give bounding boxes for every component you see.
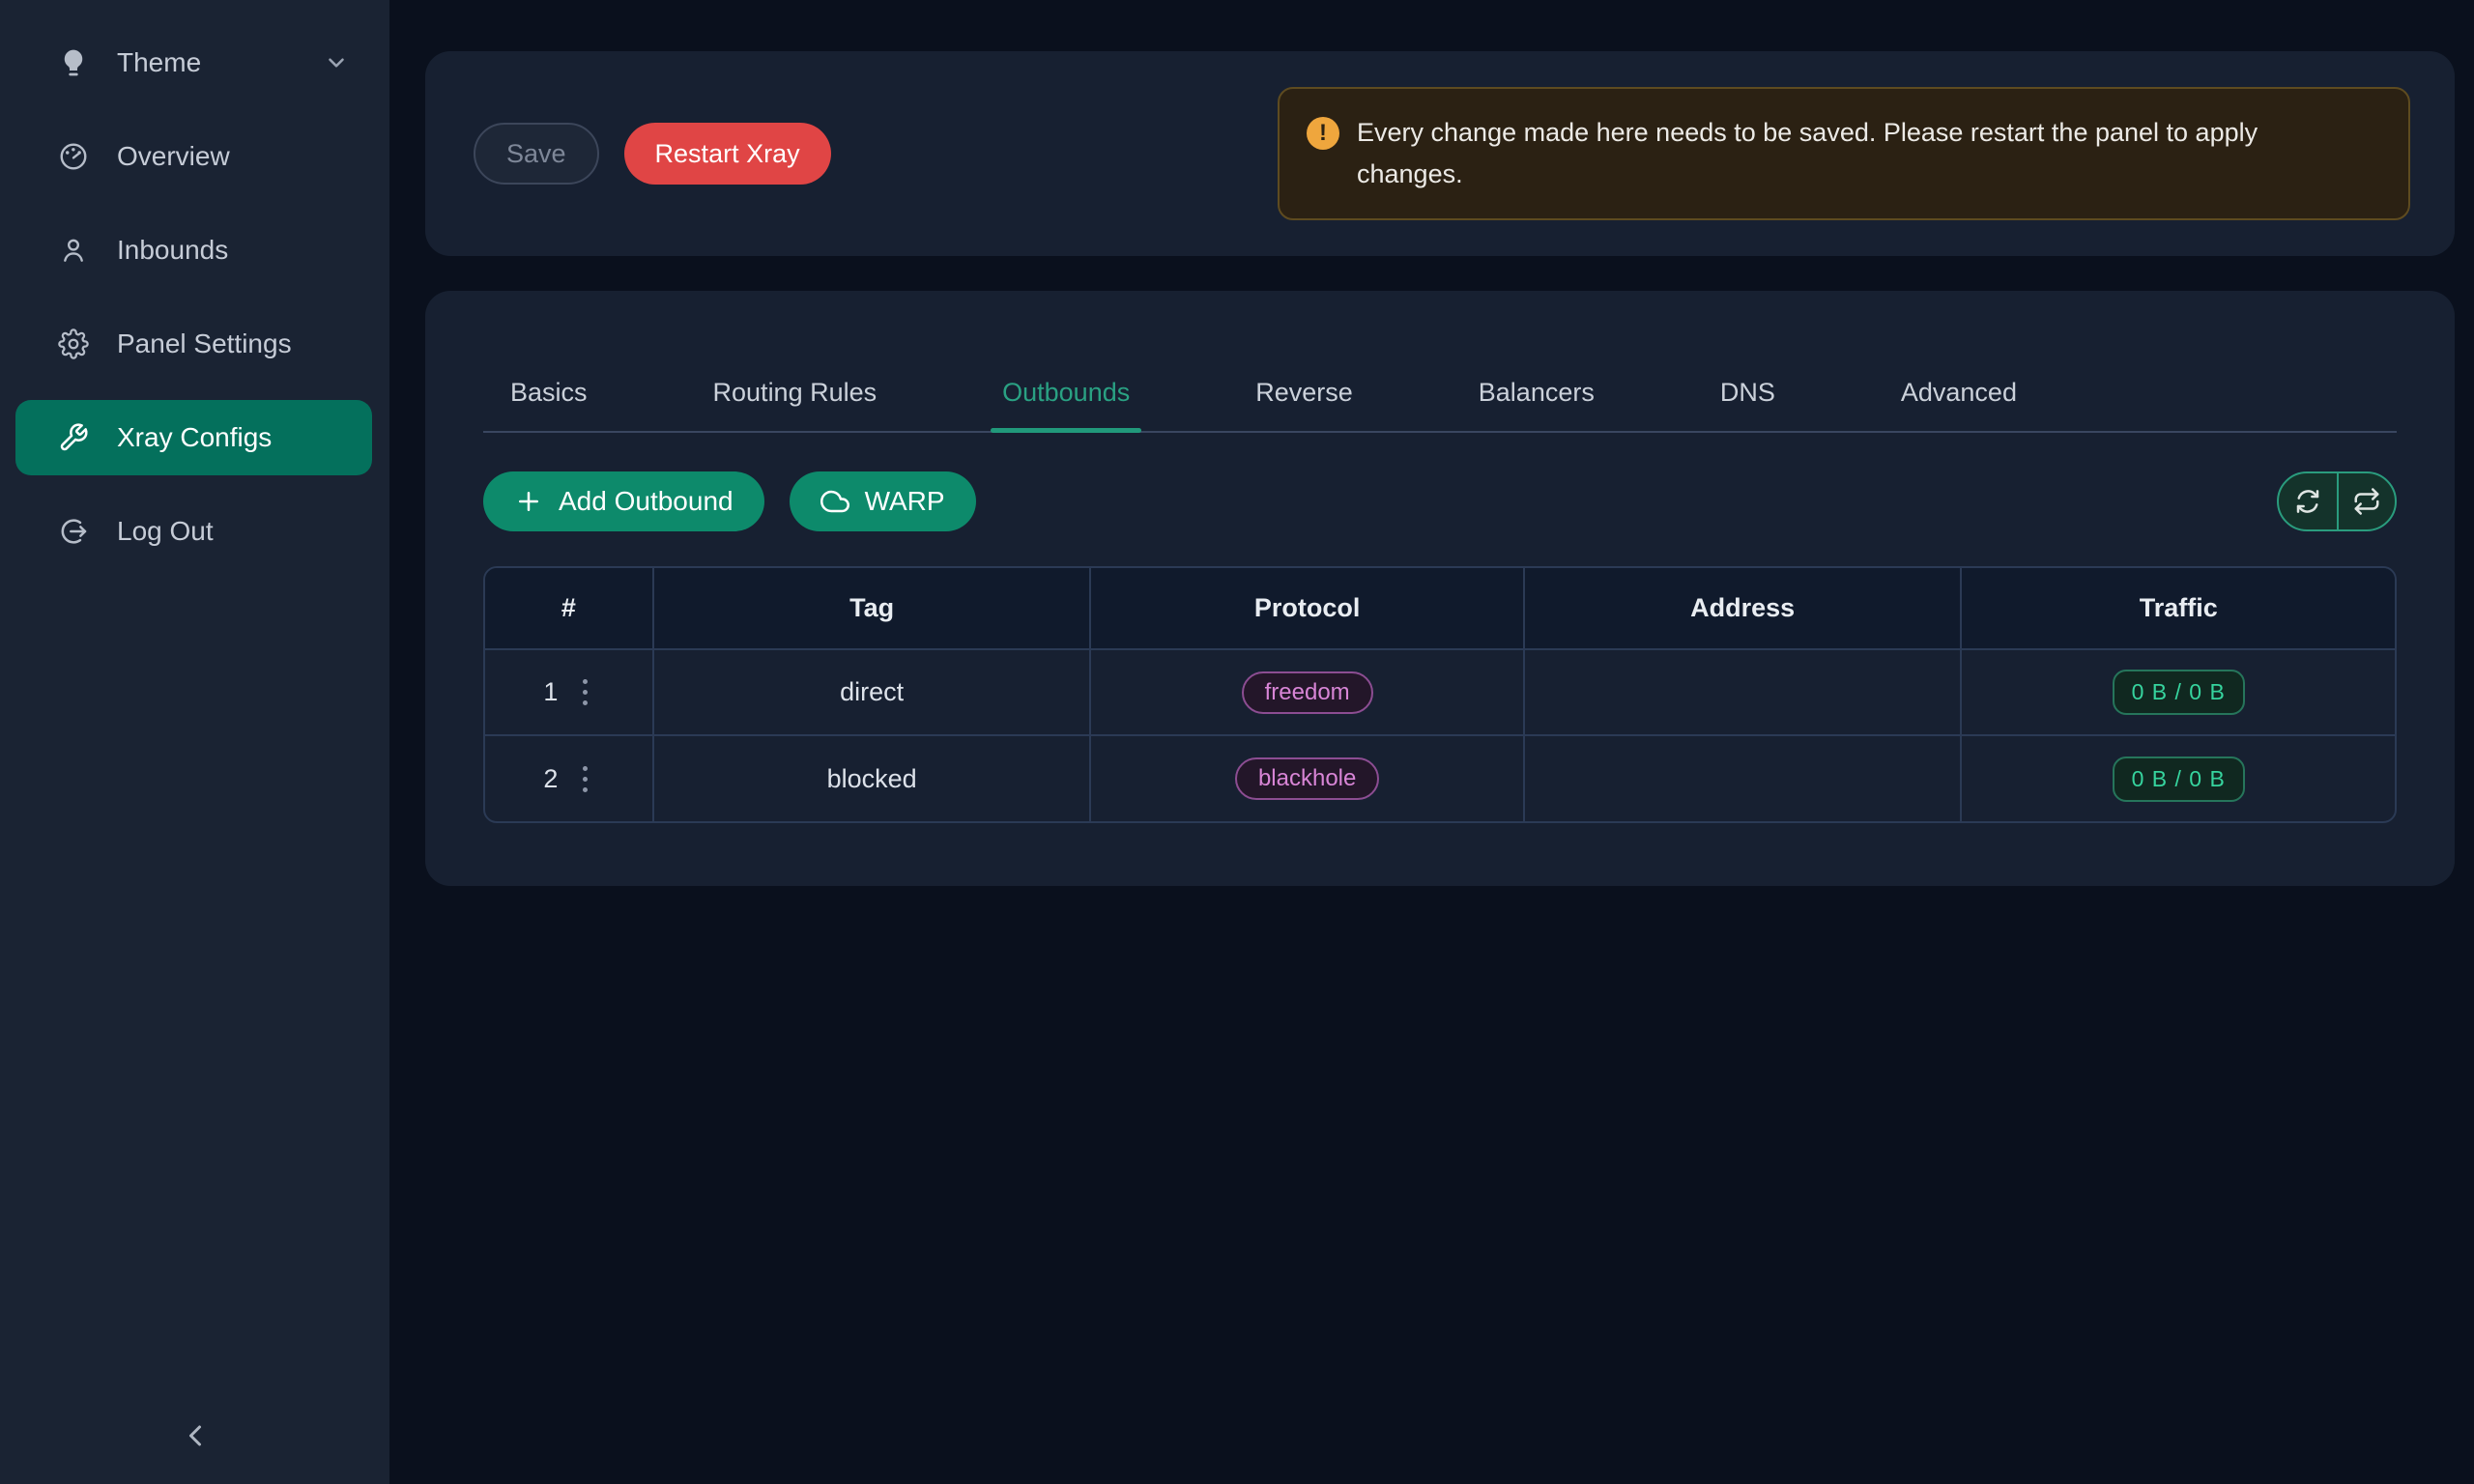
table-row: 1 direct freedom 0 B / 0 B: [485, 649, 2395, 735]
sidebar-item-xray-configs[interactable]: Xray Configs: [15, 400, 372, 475]
user-icon: [58, 235, 89, 266]
sidebar-item-label: Log Out: [117, 516, 214, 547]
warp-button[interactable]: WARP: [790, 471, 976, 531]
sidebar-nav: Theme Overview Inbounds Panel Settings: [0, 0, 389, 569]
row-index: 2: [543, 764, 558, 794]
tag-cell: blocked: [653, 735, 1091, 821]
logout-icon: [58, 516, 89, 547]
tabs-bar: Basics Routing Rules Outbounds Reverse B…: [483, 378, 2397, 433]
row-menu-icon[interactable]: [577, 673, 593, 711]
sidebar-item-inbounds[interactable]: Inbounds: [15, 213, 372, 288]
tag-cell: direct: [653, 649, 1091, 735]
plus-icon: [514, 487, 543, 516]
protocol-badge: blackhole: [1235, 757, 1379, 800]
chevron-left-icon: [178, 1418, 213, 1453]
column-header-index: #: [485, 568, 653, 649]
wrench-icon: [58, 422, 89, 453]
bulb-icon: [58, 47, 89, 78]
save-button[interactable]: Save: [474, 123, 599, 185]
row-index: 1: [543, 677, 558, 707]
sidebar-item-label: Inbounds: [117, 235, 228, 266]
warning-alert: ! Every change made here needs to be sav…: [1278, 87, 2410, 220]
sidebar-item-label: Panel Settings: [117, 328, 292, 359]
sidebar-item-panel-settings[interactable]: Panel Settings: [15, 306, 372, 382]
sidebar-item-label: Theme: [117, 47, 201, 78]
traffic-badge: 0 B / 0 B: [2113, 670, 2245, 715]
sidebar-item-overview[interactable]: Overview: [15, 119, 372, 194]
sidebar-item-label: Overview: [117, 141, 230, 172]
xray-configs-card: Basics Routing Rules Outbounds Reverse B…: [425, 291, 2455, 886]
tab-outbounds[interactable]: Outbounds: [991, 378, 1141, 431]
tab-routing-rules[interactable]: Routing Rules: [702, 378, 889, 431]
tab-reverse[interactable]: Reverse: [1244, 378, 1365, 431]
table-header-row: # Tag Protocol Address Traffic: [485, 568, 2395, 649]
row-menu-icon[interactable]: [577, 760, 593, 798]
column-header-traffic: Traffic: [1961, 568, 2395, 649]
address-cell: [1524, 735, 1962, 821]
cloud-icon: [820, 487, 849, 516]
table-row: 2 blocked blackhole 0 B / 0 B: [485, 735, 2395, 821]
tab-dns[interactable]: DNS: [1709, 378, 1787, 431]
sidebar-item-label: Xray Configs: [117, 422, 272, 453]
tab-basics[interactable]: Basics: [499, 378, 599, 431]
column-header-address: Address: [1524, 568, 1962, 649]
warning-alert-text: Every change made here needs to be saved…: [1357, 112, 2362, 195]
repeat-icon[interactable]: [2337, 473, 2395, 529]
warning-icon: !: [1307, 117, 1339, 150]
add-outbound-label: Add Outbound: [559, 486, 734, 517]
toolbar-card: Save Restart Xray ! Every change made he…: [425, 51, 2455, 256]
sidebar: Theme Overview Inbounds Panel Settings: [0, 0, 389, 1484]
column-header-tag: Tag: [653, 568, 1091, 649]
tab-advanced[interactable]: Advanced: [1889, 378, 2028, 431]
add-outbound-button[interactable]: Add Outbound: [483, 471, 764, 531]
sidebar-item-theme[interactable]: Theme: [15, 25, 372, 100]
sync-icon[interactable]: [2279, 473, 2337, 529]
protocol-badge: freedom: [1242, 671, 1373, 714]
chevron-down-icon: [324, 50, 349, 75]
sidebar-collapse-button[interactable]: [164, 1405, 226, 1467]
tab-balancers[interactable]: Balancers: [1467, 378, 1606, 431]
gear-icon: [58, 328, 89, 359]
actions-row: Add Outbound WARP: [483, 471, 2397, 531]
traffic-badge: 0 B / 0 B: [2113, 756, 2245, 802]
warp-label: WARP: [865, 486, 945, 517]
restart-xray-button[interactable]: Restart Xray: [624, 123, 831, 185]
sidebar-item-log-out[interactable]: Log Out: [15, 494, 372, 569]
address-cell: [1524, 649, 1962, 735]
outbounds-table: # Tag Protocol Address Traffic 1 direct: [483, 566, 2397, 823]
column-header-protocol: Protocol: [1090, 568, 1524, 649]
refresh-button-group: [2277, 471, 2397, 531]
gauge-icon: [58, 141, 89, 172]
